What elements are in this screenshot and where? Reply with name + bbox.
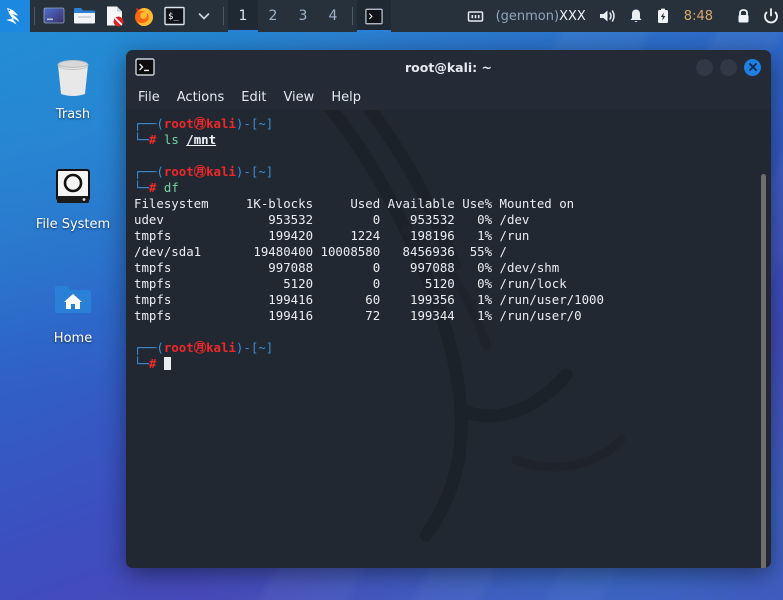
workspace-preview-icon[interactable] xyxy=(39,0,69,32)
workspace-button-1[interactable]: 1 xyxy=(228,0,258,32)
prompt-line-top: ┌──(root㊊kali)-[~] xyxy=(134,116,274,131)
menu-help[interactable]: Help xyxy=(331,90,361,105)
terminal-active-prompt[interactable]: ┌──(root㊊kali)-[~] └─# xyxy=(134,340,771,372)
lock-icon[interactable] xyxy=(730,0,757,32)
prompt-line-top: ┌──(root㊊kali)-[~] xyxy=(134,164,274,179)
workspace-label: 4 xyxy=(328,8,338,24)
prompt-line-top: ┌──(root㊊kali)-[~] xyxy=(134,340,274,355)
terminal-title: root@kali: ~ xyxy=(405,59,492,75)
text-editor-icon[interactable] xyxy=(99,0,129,32)
prompt-line-bottom: └─# xyxy=(134,356,771,372)
terminal-menubar[interactable]: File Actions Edit View Help xyxy=(126,84,771,110)
terminal-scrollbar[interactable] xyxy=(761,174,766,568)
desktop-icon-label: Home xyxy=(53,331,93,346)
maximize-button[interactable] xyxy=(720,58,737,76)
terminal-output-line: tmpfs 199416 72 199344 1% /run/user/0 xyxy=(134,308,582,323)
prompt-line-bottom: └─# ls /mnt xyxy=(134,132,217,147)
power-icon[interactable] xyxy=(757,0,781,32)
terminal-output-line: Filesystem 1K-blocks Used Available Use%… xyxy=(134,196,575,211)
desktop-icon-file-system[interactable]: File System xyxy=(18,158,128,232)
minimize-button[interactable] xyxy=(696,58,713,76)
terminal-icon[interactable]: $_ xyxy=(159,0,189,32)
terminal-window-icon xyxy=(135,57,155,77)
menu-edit[interactable]: Edit xyxy=(241,90,266,105)
desktop-icon-label: Trash xyxy=(55,107,91,122)
genmon-prefix: (genmon) xyxy=(495,8,560,24)
terminal-output[interactable]: ┌──(root㊊kali)-[~] └─# ls /mnt ┌──(root㊊k… xyxy=(126,110,771,372)
genmon-indicator[interactable]: (genmon) XXX xyxy=(490,0,592,32)
desktop-icon-trash[interactable]: Trash xyxy=(18,48,128,122)
terminal-window[interactable]: root@kali: ~ File Actions Edit View Help xyxy=(126,50,771,568)
terminal-output-line: tmpfs 199420 1224 198196 1% /run xyxy=(134,228,530,243)
terminal-screen[interactable]: ┌──(root㊊kali)-[~] └─# ls /mnt ┌──(root㊊k… xyxy=(126,110,771,568)
terminal-output-line: udev 953532 0 953532 0% /dev xyxy=(134,212,530,227)
home-folder-icon xyxy=(18,272,128,324)
terminal-output-line: /dev/sda1 19480400 10008580 8456936 55% … xyxy=(134,244,507,259)
file-manager-icon[interactable] xyxy=(69,0,99,32)
menu-file[interactable]: File xyxy=(138,90,160,105)
desktop-icon-home[interactable]: Home xyxy=(18,272,128,346)
workspace-label: 3 xyxy=(298,8,308,24)
bell-icon[interactable] xyxy=(622,0,650,32)
top-panel[interactable]: $_ 1 2 3 4 (genmon) XXX 8:48 xyxy=(0,0,783,32)
panel-separator xyxy=(352,7,353,25)
terminal-output-line: tmpfs 997088 0 997088 0% /dev/shm xyxy=(134,260,560,275)
panel-separator xyxy=(223,7,224,25)
close-button[interactable] xyxy=(744,58,761,76)
battery-charging-icon[interactable] xyxy=(650,0,676,32)
svg-text:$_: $_ xyxy=(168,12,179,22)
prompt-line-bottom: └─# df xyxy=(134,180,179,195)
genmon-value: XXX xyxy=(559,8,586,24)
menu-actions[interactable]: Actions xyxy=(177,90,225,105)
terminal-cursor xyxy=(163,357,171,370)
network-icon[interactable] xyxy=(461,0,490,32)
chevron-down-icon[interactable] xyxy=(189,0,219,32)
menu-view[interactable]: View xyxy=(283,90,314,105)
volume-icon[interactable] xyxy=(592,0,622,32)
panel-separator xyxy=(34,7,35,25)
close-icon xyxy=(748,63,757,71)
harddisk-icon xyxy=(18,158,128,210)
workspace-button-4[interactable]: 4 xyxy=(318,0,348,32)
firefox-icon[interactable] xyxy=(129,0,159,32)
workspace-label: 1 xyxy=(238,8,248,24)
taskbar-terminal[interactable] xyxy=(357,0,391,32)
trash-icon xyxy=(18,48,128,100)
system-tray[interactable]: (genmon) XXX 8:48 xyxy=(461,0,783,32)
desktop-icon-label: File System xyxy=(35,217,111,232)
window-controls[interactable] xyxy=(696,58,771,76)
clock[interactable]: 8:48 xyxy=(676,0,721,32)
taskbar-terminal-icon xyxy=(365,8,383,24)
kali-menu-icon[interactable] xyxy=(0,0,30,32)
workspace-button-3[interactable]: 3 xyxy=(288,0,318,32)
terminal-output-line: tmpfs 199416 60 199356 1% /run/user/1000 xyxy=(134,292,604,307)
workspace-label: 2 xyxy=(268,8,278,24)
workspace-button-2[interactable]: 2 xyxy=(258,0,288,32)
terminal-titlebar[interactable]: root@kali: ~ xyxy=(126,50,771,84)
terminal-block: ┌──(root㊊kali)-[~] └─# ls /mnt xyxy=(134,116,771,164)
terminal-block: ┌──(root㊊kali)-[~] └─# df Filesystem 1K-bl… xyxy=(134,164,771,340)
terminal-output-line: tmpfs 5120 0 5120 0% /run/lock xyxy=(134,276,567,291)
